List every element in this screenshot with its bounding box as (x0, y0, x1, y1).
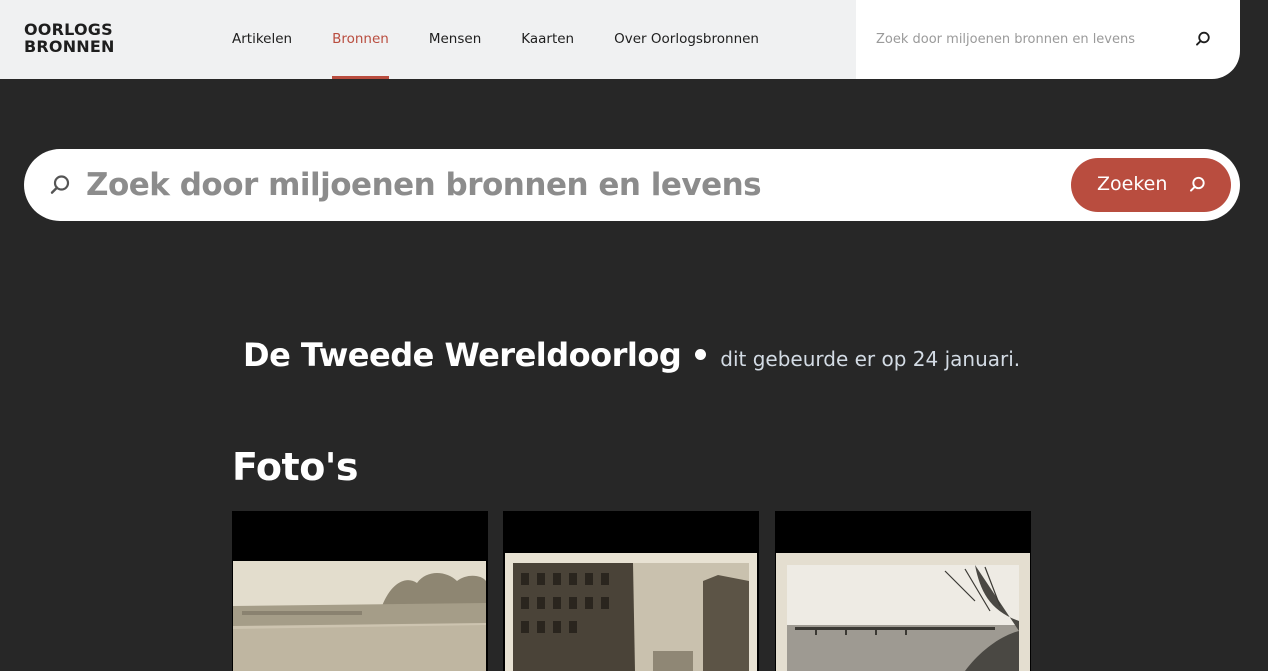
site-logo[interactable]: OORLOGS BRONNEN (24, 21, 115, 55)
photos-section-title: Foto's (232, 445, 359, 489)
header-bar: OORLOGS BRONNEN Artikelen Bronnen Mensen… (0, 0, 856, 79)
day-subtitle: dit gebeurde er op 24 januari. (720, 347, 1021, 371)
separator-dot (695, 349, 707, 360)
day-heading: De Tweede Wereldoorlog dit gebeurde er o… (243, 336, 1020, 374)
hero-search-input[interactable] (86, 163, 1046, 207)
site-header: OORLOGS BRONNEN Artikelen Bronnen Mensen… (0, 0, 1268, 79)
day-title: De Tweede Wereldoorlog (243, 336, 682, 374)
landscape-photo (232, 511, 488, 671)
search-button-label: Zoeken (1097, 173, 1168, 195)
header-search-input[interactable] (876, 26, 1166, 52)
photo-card[interactable] (503, 511, 759, 671)
logo-line-1: OORLOGS (24, 20, 113, 39)
nav-item-artikelen[interactable]: Artikelen (232, 0, 292, 79)
river-bridge-photo (775, 511, 1031, 671)
search-icon[interactable] (1194, 30, 1212, 48)
photo-card[interactable] (775, 511, 1031, 671)
photo-card[interactable] (232, 511, 488, 671)
main-nav: Artikelen Bronnen Mensen Kaarten Over Oo… (232, 0, 799, 79)
nav-item-bronnen[interactable]: Bronnen (332, 0, 389, 79)
street-ruins-photo (503, 511, 759, 671)
search-icon (50, 175, 70, 194)
nav-item-mensen[interactable]: Mensen (429, 0, 481, 79)
hero-search-bar: Zoeken (24, 149, 1240, 221)
logo-line-2: BRONNEN (24, 37, 115, 56)
search-button[interactable]: Zoeken (1071, 158, 1231, 212)
nav-item-kaarten[interactable]: Kaarten (521, 0, 574, 79)
nav-item-over-oorlogsbronnen[interactable]: Over Oorlogsbronnen (614, 0, 759, 79)
search-icon (1190, 176, 1205, 192)
